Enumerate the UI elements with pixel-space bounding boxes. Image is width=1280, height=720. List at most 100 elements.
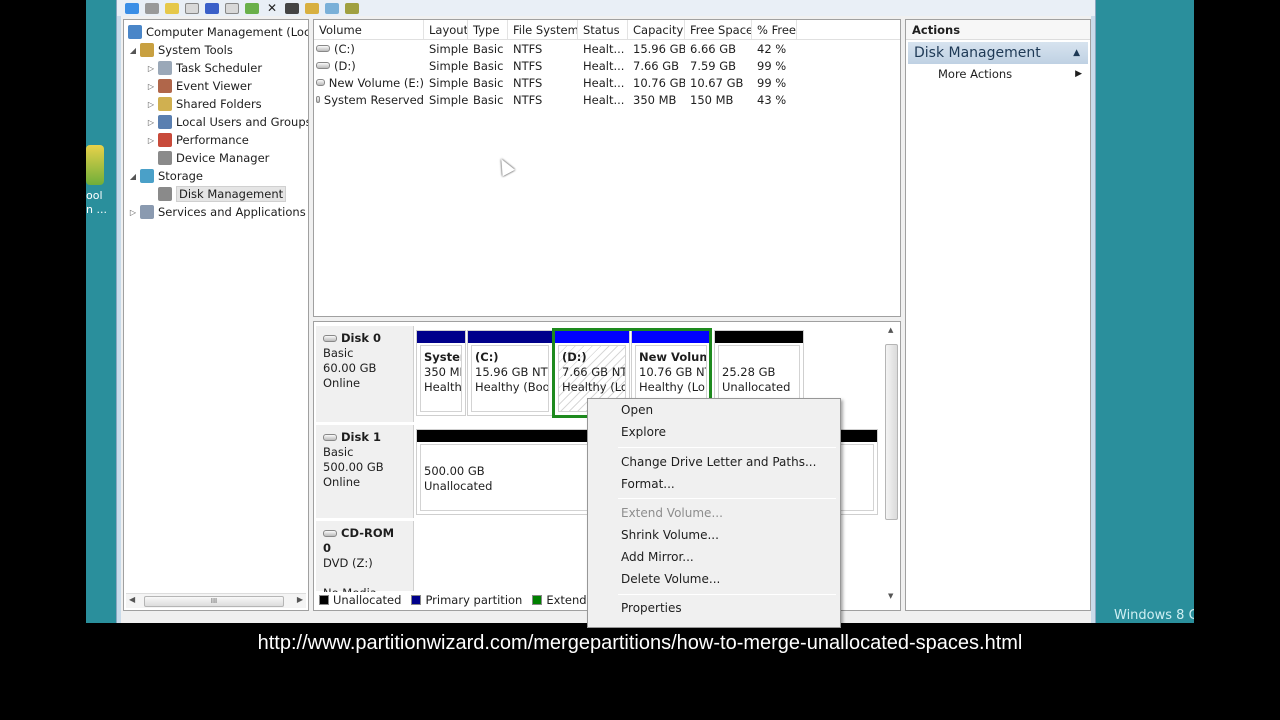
tree-item-label: Services and Applications [158, 205, 306, 219]
tree-item[interactable]: ▷ Local Users and Groups [146, 113, 308, 131]
forward-arrow-icon[interactable] [145, 2, 159, 14]
tree-item[interactable]: ▷ Task Scheduler [146, 59, 262, 77]
tree-item[interactable]: ◢ Storage [128, 167, 203, 185]
help-icon[interactable] [205, 2, 219, 14]
scroll-down-icon[interactable]: ▼ [888, 592, 893, 600]
volume-icon [316, 96, 320, 103]
volume-row[interactable]: System Reserved Simple Basic NTFS Healt... 35… [314, 91, 900, 108]
collapse-arrow-icon[interactable]: ◢ [128, 172, 138, 181]
delete-icon[interactable]: ✕ [265, 2, 279, 14]
column-header[interactable]: File System [508, 20, 578, 39]
refresh-icon[interactable] [245, 2, 259, 14]
tree-item[interactable]: ▷ Event Viewer [146, 77, 252, 95]
context-menu-item[interactable]: Open [621, 403, 653, 417]
desktop-shortcut[interactable]: ool n ... [86, 145, 112, 217]
partition-line2: 350 ME [424, 365, 461, 379]
expand-arrow-icon[interactable]: ▷ [128, 208, 138, 217]
up-folder-icon[interactable] [165, 2, 179, 14]
open-icon[interactable] [305, 2, 319, 14]
disk-label[interactable]: Disk 1 Basic 500.00 GB Online [316, 425, 414, 518]
cell-text: 150 MB [690, 92, 734, 107]
cell: 99 % [752, 74, 797, 91]
partition-line3: Unallocated [722, 380, 791, 394]
cell-text: 10.67 GB [690, 75, 744, 90]
cell-text: Healt... [583, 75, 625, 90]
partition-line2: 10.76 GB NT [639, 365, 707, 379]
scroll-up-icon[interactable]: ▲ [888, 326, 893, 334]
cell-text: Basic [473, 41, 504, 56]
expand-arrow-icon[interactable]: ▷ [146, 136, 156, 145]
computer-management-icon [128, 25, 142, 39]
cell-text: (C:) [334, 41, 355, 56]
volume-row[interactable]: (D:) Simple Basic NTFS Healt... 7.66 GB 7.59 G… [314, 57, 900, 74]
tree-item-label: Computer Management (Local [146, 25, 309, 39]
tree-item[interactable]: Device Manager [146, 149, 269, 167]
partition-primary[interactable]: Systen350 MEHealth [416, 330, 466, 416]
column-header[interactable]: Type [468, 20, 508, 39]
context-menu-item[interactable]: Delete Volume... [621, 572, 720, 586]
disk-type: DVD (Z:) [323, 556, 373, 570]
volume-row[interactable]: (C:) Simple Basic NTFS Healt... 15.96 GB 6.66 … [314, 40, 900, 57]
cdrom-icon [323, 530, 337, 537]
column-header[interactable]: % Free [752, 20, 797, 39]
legend-label: Unallocated [333, 593, 402, 607]
cell-text: 43 % [757, 92, 787, 107]
actions-section-disk-management[interactable]: Disk Management ▲ [908, 42, 1088, 64]
volume-list-header: Volume Layout Type File System Status Capacit… [314, 20, 900, 40]
expand-arrow-icon[interactable]: ▷ [146, 118, 156, 127]
tree-item[interactable]: Computer Management (Local [126, 23, 309, 41]
show-hide-tree-icon[interactable] [185, 2, 199, 14]
partition-color-bar [417, 331, 465, 343]
partition-info: (C:) 15.96 GB NTF Healthy (Boot [471, 345, 549, 412]
scroll-right-icon[interactable]: ▶ [297, 595, 303, 604]
collapse-arrow-icon[interactable]: ◢ [128, 46, 138, 55]
cell: Simple [424, 40, 468, 57]
cell: Basic [468, 74, 508, 91]
back-arrow-icon[interactable] [125, 2, 139, 14]
context-menu-item[interactable]: Shrink Volume... [621, 528, 719, 542]
disk-label[interactable]: CD-ROM 0DVD (Z:) No Media [316, 521, 414, 600]
partition-primary[interactable]: (C:) 15.96 GB NTF Healthy (Boot [467, 330, 553, 416]
tree-item[interactable]: Disk Management [146, 185, 287, 203]
expand-arrow-icon[interactable]: ▷ [146, 82, 156, 91]
context-menu-item[interactable]: Explore [621, 425, 666, 439]
expand-arrow-icon[interactable]: ▷ [146, 100, 156, 109]
tree-item[interactable]: ▷ Shared Folders [146, 95, 262, 113]
collapse-icon[interactable]: ▲ [1073, 48, 1080, 58]
cell: 350 MB [628, 91, 685, 108]
cell-text: Healt... [583, 92, 625, 107]
tree-item[interactable]: ▷ Performance [146, 131, 249, 149]
expand-arrow-icon[interactable]: ▷ [146, 64, 156, 73]
context-menu-item[interactable]: Add Mirror... [621, 550, 694, 564]
column-header[interactable]: Volume [314, 20, 424, 39]
search-icon[interactable] [325, 2, 339, 14]
context-menu-item[interactable]: Change Drive Letter and Paths... [621, 455, 816, 469]
tree-horizontal-scrollbar[interactable]: ◀ III ▶ [126, 593, 306, 608]
settings-icon[interactable] [345, 2, 359, 14]
tree-item[interactable]: ◢ System Tools [128, 41, 233, 59]
disk-type: Basic [323, 346, 354, 360]
scroll-left-icon[interactable]: ◀ [129, 595, 135, 604]
disk-label[interactable]: Disk 0 Basic 60.00 GB Online [316, 326, 414, 422]
properties-icon[interactable] [285, 2, 299, 14]
column-header[interactable]: Capacity [628, 20, 685, 39]
scrollbar-thumb[interactable] [885, 344, 898, 520]
graphical-view-vertical-scrollbar[interactable]: ▲ ▼ [885, 326, 898, 600]
volume-row[interactable]: New Volume (E:) Simple Basic NTFS Healt... 10… [314, 74, 900, 91]
show-hide-action-pane-icon[interactable] [225, 2, 239, 14]
tree-item[interactable]: ▷ Services and Applications [128, 203, 306, 221]
context-menu-item[interactable]: Properties [621, 601, 682, 615]
disk-size [323, 571, 406, 586]
performance-icon [158, 133, 172, 147]
partition-line3: Healthy (Lo [639, 380, 705, 394]
scrollbar-thumb[interactable]: III [144, 596, 284, 607]
cell-text: 350 MB [633, 92, 677, 107]
cell: NTFS [508, 57, 578, 74]
disk-name-row: Disk 1 [323, 430, 406, 445]
column-header[interactable]: Layout [424, 20, 468, 39]
context-menu-item[interactable]: Format... [621, 477, 675, 491]
partition-line3: Healthy (Boot [475, 380, 549, 394]
column-header[interactable]: Status [578, 20, 628, 39]
column-header[interactable]: Free Space [685, 20, 752, 39]
more-actions-item[interactable]: More Actions ▶ [906, 64, 1090, 84]
